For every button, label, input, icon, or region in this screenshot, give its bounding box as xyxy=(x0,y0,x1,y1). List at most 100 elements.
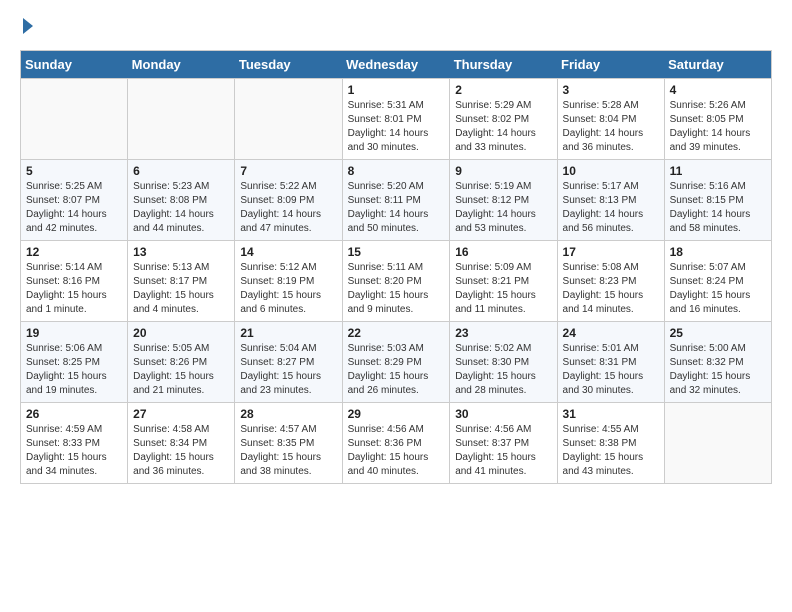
calendar-week-2: 5Sunrise: 5:25 AMSunset: 8:07 PMDaylight… xyxy=(21,160,772,241)
day-number: 1 xyxy=(348,83,445,97)
calendar-cell: 3Sunrise: 5:28 AMSunset: 8:04 PMDaylight… xyxy=(557,79,664,160)
calendar-cell: 28 Sunrise: 4:57 AMSunset: 8:35 PMDayligh… xyxy=(235,403,342,484)
calendar-week-3: 12 Sunrise: 5:14 AMSunset: 8:16 PMDayligh… xyxy=(21,241,772,322)
calendar-cell xyxy=(235,79,342,160)
calendar-cell xyxy=(128,79,235,160)
logo xyxy=(20,20,33,34)
weekday-header-friday: Friday xyxy=(557,51,664,79)
day-number: 5 xyxy=(26,164,122,178)
day-number: 25 xyxy=(670,326,766,340)
calendar-cell: 13 Sunrise: 5:13 AMSunset: 8:17 PMDayligh… xyxy=(128,241,235,322)
day-number: 20 xyxy=(133,326,229,340)
day-info: Sunrise: 4:58 AMSunset: 8:34 PMDaylight:… xyxy=(133,423,229,479)
calendar-cell: 8 Sunrise: 5:20 AMSunset: 8:11 PMDaylight… xyxy=(342,160,450,241)
day-number: 18 xyxy=(670,245,766,259)
calendar-cell: 27 Sunrise: 4:58 AMSunset: 8:34 PMDayligh… xyxy=(128,403,235,484)
day-number: 28 xyxy=(240,407,336,421)
day-info: Sunrise: 4:56 AMSunset: 8:37 PMDaylight:… xyxy=(455,423,551,479)
calendar-cell: 11 Sunrise: 5:16 AMSunset: 8:15 PMDayligh… xyxy=(664,160,771,241)
calendar-cell: 2 Sunrise: 5:29 AMSunset: 8:02 PMDaylight… xyxy=(450,79,557,160)
day-number: 4 xyxy=(670,83,766,97)
calendar-cell: 15 Sunrise: 5:11 AMSunset: 8:20 PMDayligh… xyxy=(342,241,450,322)
calendar-cell: 20 Sunrise: 5:05 AMSunset: 8:26 PMDayligh… xyxy=(128,322,235,403)
day-info: Sunrise: 5:16 AMSunset: 8:15 PMDaylight:… xyxy=(670,180,766,236)
day-info: Sunrise: 5:03 AMSunset: 8:29 PMDaylight:… xyxy=(348,342,445,398)
day-number: 26 xyxy=(26,407,122,421)
day-info: Sunrise: 5:26 AMSunset: 8:05 PMDaylight:… xyxy=(670,99,766,155)
day-number: 12 xyxy=(26,245,122,259)
calendar-cell: 1 Sunrise: 5:31 AMSunset: 8:01 PMDaylight… xyxy=(342,79,450,160)
day-info: Sunrise: 5:14 AMSunset: 8:16 PMDaylight:… xyxy=(26,261,122,317)
calendar-cell: 31Sunrise: 4:55 AMSunset: 8:38 PMDayligh… xyxy=(557,403,664,484)
day-number: 15 xyxy=(348,245,445,259)
day-info: Sunrise: 5:06 AMSunset: 8:25 PMDaylight:… xyxy=(26,342,122,398)
calendar-cell: 24 Sunrise: 5:01 AMSunset: 8:31 PMDayligh… xyxy=(557,322,664,403)
day-number: 14 xyxy=(240,245,336,259)
day-info: Sunrise: 5:11 AMSunset: 8:20 PMDaylight:… xyxy=(348,261,445,317)
day-info: Sunrise: 5:22 AMSunset: 8:09 PMDaylight:… xyxy=(240,180,336,236)
day-number: 29 xyxy=(348,407,445,421)
calendar-week-1: 1 Sunrise: 5:31 AMSunset: 8:01 PMDaylight… xyxy=(21,79,772,160)
weekday-header-tuesday: Tuesday xyxy=(235,51,342,79)
day-info: Sunrise: 5:09 AMSunset: 8:21 PMDaylight:… xyxy=(455,261,551,317)
day-info: Sunrise: 5:20 AMSunset: 8:11 PMDaylight:… xyxy=(348,180,445,236)
weekday-header-thursday: Thursday xyxy=(450,51,557,79)
day-info: Sunrise: 5:00 AMSunset: 8:32 PMDaylight:… xyxy=(670,342,766,398)
calendar-table: SundayMondayTuesdayWednesdayThursdayFrid… xyxy=(20,50,772,484)
day-info: Sunrise: 4:56 AMSunset: 8:36 PMDaylight:… xyxy=(348,423,445,479)
day-number: 13 xyxy=(133,245,229,259)
calendar-cell xyxy=(21,79,128,160)
weekday-header-wednesday: Wednesday xyxy=(342,51,450,79)
day-number: 3 xyxy=(563,83,659,97)
day-number: 19 xyxy=(26,326,122,340)
day-info: Sunrise: 4:55 AMSunset: 8:38 PMDaylight:… xyxy=(563,423,659,479)
calendar-cell: 18Sunrise: 5:07 AMSunset: 8:24 PMDayligh… xyxy=(664,241,771,322)
day-number: 10 xyxy=(563,164,659,178)
calendar-cell: 5Sunrise: 5:25 AMSunset: 8:07 PMDaylight… xyxy=(21,160,128,241)
day-info: Sunrise: 5:17 AMSunset: 8:13 PMDaylight:… xyxy=(563,180,659,236)
calendar-cell: 6 Sunrise: 5:23 AMSunset: 8:08 PMDaylight… xyxy=(128,160,235,241)
day-info: Sunrise: 5:08 AMSunset: 8:23 PMDaylight:… xyxy=(563,261,659,317)
day-info: Sunrise: 4:57 AMSunset: 8:35 PMDaylight:… xyxy=(240,423,336,479)
day-info: Sunrise: 5:23 AMSunset: 8:08 PMDaylight:… xyxy=(133,180,229,236)
day-info: Sunrise: 5:02 AMSunset: 8:30 PMDaylight:… xyxy=(455,342,551,398)
day-number: 22 xyxy=(348,326,445,340)
calendar-cell: 7 Sunrise: 5:22 AMSunset: 8:09 PMDaylight… xyxy=(235,160,342,241)
day-number: 11 xyxy=(670,164,766,178)
day-number: 17 xyxy=(563,245,659,259)
calendar-cell xyxy=(664,403,771,484)
day-info: Sunrise: 5:04 AMSunset: 8:27 PMDaylight:… xyxy=(240,342,336,398)
day-number: 23 xyxy=(455,326,551,340)
calendar-cell: 30 Sunrise: 4:56 AMSunset: 8:37 PMDayligh… xyxy=(450,403,557,484)
weekday-header-row: SundayMondayTuesdayWednesdayThursdayFrid… xyxy=(21,51,772,79)
calendar-cell: 29 Sunrise: 4:56 AMSunset: 8:36 PMDayligh… xyxy=(342,403,450,484)
day-info: Sunrise: 5:05 AMSunset: 8:26 PMDaylight:… xyxy=(133,342,229,398)
day-info: Sunrise: 5:12 AMSunset: 8:19 PMDaylight:… xyxy=(240,261,336,317)
calendar-cell: 16 Sunrise: 5:09 AMSunset: 8:21 PMDayligh… xyxy=(450,241,557,322)
day-number: 7 xyxy=(240,164,336,178)
calendar-cell: 23 Sunrise: 5:02 AMSunset: 8:30 PMDayligh… xyxy=(450,322,557,403)
day-info: Sunrise: 5:01 AMSunset: 8:31 PMDaylight:… xyxy=(563,342,659,398)
day-info: Sunrise: 5:29 AMSunset: 8:02 PMDaylight:… xyxy=(455,99,551,155)
calendar-cell: 12 Sunrise: 5:14 AMSunset: 8:16 PMDayligh… xyxy=(21,241,128,322)
day-info: Sunrise: 5:19 AMSunset: 8:12 PMDaylight:… xyxy=(455,180,551,236)
calendar-cell: 22 Sunrise: 5:03 AMSunset: 8:29 PMDayligh… xyxy=(342,322,450,403)
day-number: 24 xyxy=(563,326,659,340)
calendar-cell: 17 Sunrise: 5:08 AMSunset: 8:23 PMDayligh… xyxy=(557,241,664,322)
calendar-cell: 9Sunrise: 5:19 AMSunset: 8:12 PMDaylight… xyxy=(450,160,557,241)
day-number: 6 xyxy=(133,164,229,178)
calendar-week-5: 26Sunrise: 4:59 AMSunset: 8:33 PMDayligh… xyxy=(21,403,772,484)
day-info: Sunrise: 5:31 AMSunset: 8:01 PMDaylight:… xyxy=(348,99,445,155)
calendar-week-4: 19 Sunrise: 5:06 AMSunset: 8:25 PMDayligh… xyxy=(21,322,772,403)
day-info: Sunrise: 5:13 AMSunset: 8:17 PMDaylight:… xyxy=(133,261,229,317)
calendar-cell: 4 Sunrise: 5:26 AMSunset: 8:05 PMDaylight… xyxy=(664,79,771,160)
day-number: 8 xyxy=(348,164,445,178)
day-number: 30 xyxy=(455,407,551,421)
calendar-cell: 25 Sunrise: 5:00 AMSunset: 8:32 PMDayligh… xyxy=(664,322,771,403)
calendar-cell: 26Sunrise: 4:59 AMSunset: 8:33 PMDayligh… xyxy=(21,403,128,484)
day-number: 16 xyxy=(455,245,551,259)
day-number: 21 xyxy=(240,326,336,340)
day-number: 2 xyxy=(455,83,551,97)
day-number: 27 xyxy=(133,407,229,421)
weekday-header-monday: Monday xyxy=(128,51,235,79)
